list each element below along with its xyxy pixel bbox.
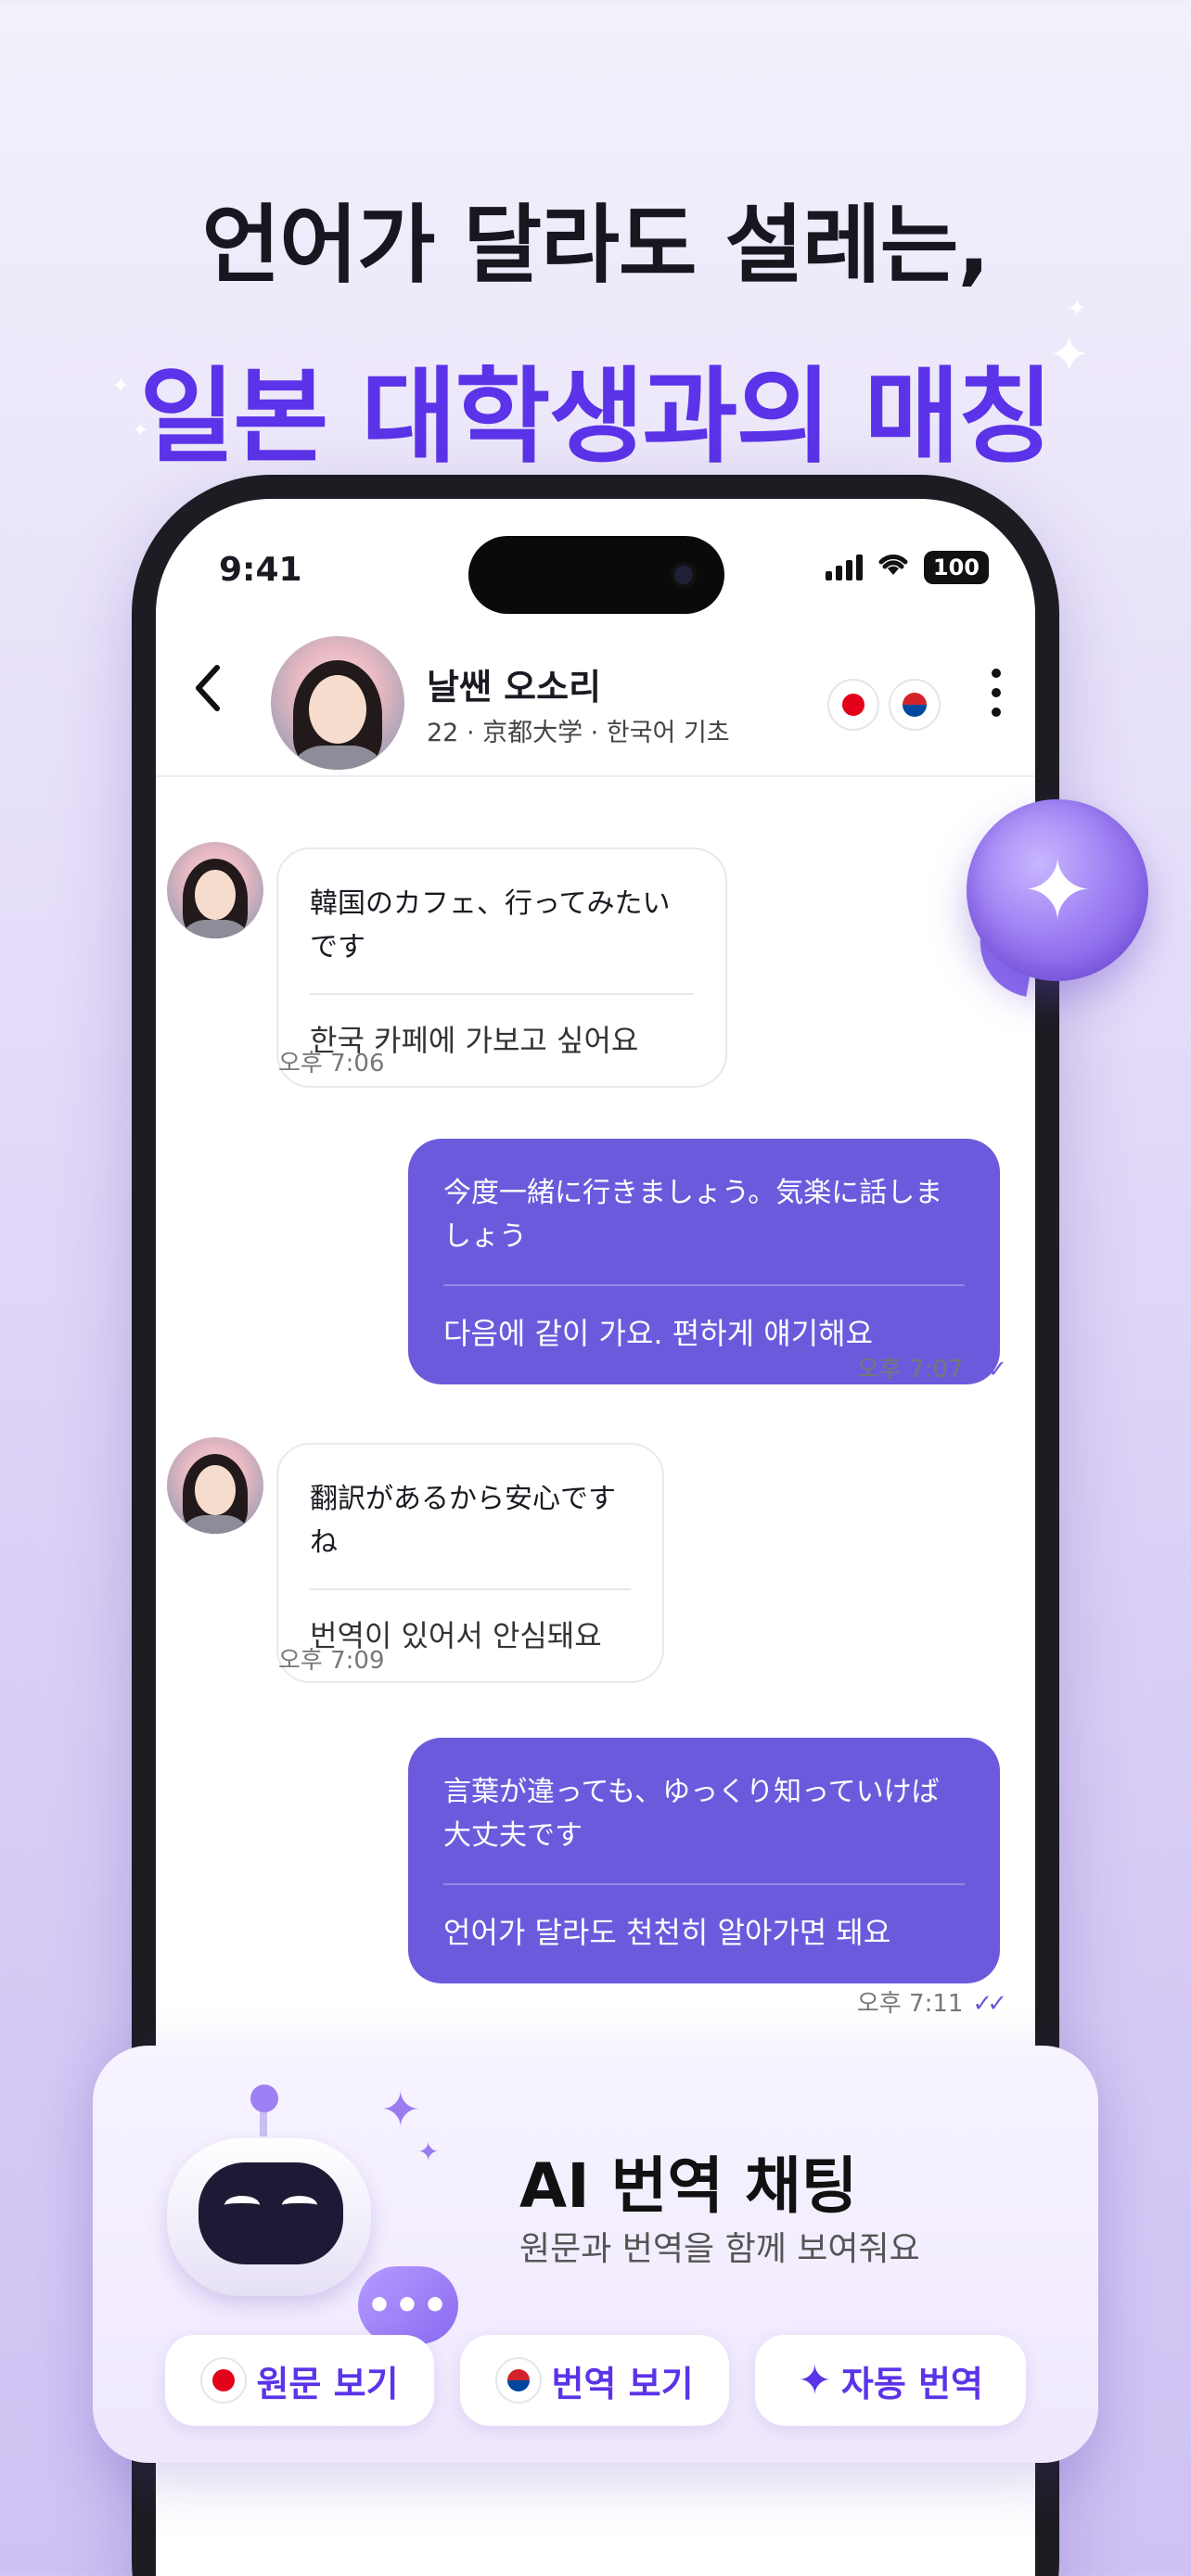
read-check-icon: ✓✓ bbox=[972, 1356, 1006, 1384]
message-time-row: 오후 7:11 ✓✓ bbox=[856, 1984, 1007, 2019]
message-time: 오후 7:07 bbox=[856, 1356, 964, 1384]
chevron-left-icon[interactable] bbox=[189, 660, 226, 730]
headline: 언어가 달라도 설레는, 일본 대학생과의 매칭 bbox=[0, 176, 1191, 483]
avatar[interactable] bbox=[271, 636, 404, 770]
japan-flag-icon bbox=[827, 679, 879, 731]
message-time: 오후 7:06 bbox=[278, 1050, 385, 1078]
sparkle-icon: ✦ bbox=[380, 2083, 421, 2138]
message-original: 言葉が違っても、ゆっくり知っていけば大丈夫です bbox=[443, 1776, 940, 1852]
message-bubble-outgoing[interactable]: 今度一緒に行きましょう。気楽に話しましょう 다음에 같이 가요. 편하게 얘기해… bbox=[408, 1139, 1000, 1384]
button-label: 번역 보기 bbox=[551, 2363, 694, 2404]
ai-sparkle-button[interactable]: ✦ bbox=[967, 799, 1148, 981]
korea-flag-icon bbox=[495, 2357, 543, 2404]
korea-flag-icon bbox=[889, 679, 941, 731]
divider bbox=[310, 1588, 631, 1590]
divider bbox=[443, 1883, 965, 1885]
divider bbox=[310, 993, 694, 995]
contact-name: 날쌘 오소리 bbox=[427, 667, 602, 708]
contact-subtitle: 22 · 京都大学 · 한국어 기초 bbox=[427, 719, 730, 747]
view-original-button[interactable]: 원문 보기 bbox=[165, 2335, 434, 2426]
sparkle-icon: ✦ bbox=[417, 2136, 440, 2167]
button-label: 원문 보기 bbox=[256, 2363, 399, 2404]
message-time: 오후 7:11 bbox=[856, 1990, 964, 2018]
status-time: 9:41 bbox=[219, 551, 302, 589]
dynamic-island bbox=[468, 536, 724, 614]
sparkle-icon: ✦ bbox=[1021, 840, 1094, 940]
wifi-icon bbox=[876, 551, 911, 584]
headline-line-1: 언어가 달라도 설레는, bbox=[201, 196, 991, 295]
message-translation: 다음에 같이 가요. 편하게 얘기해요 bbox=[443, 1316, 874, 1351]
japan-flag-icon bbox=[200, 2357, 248, 2404]
message-time: 오후 7:09 bbox=[278, 1647, 385, 1675]
message-original: 今度一緒に行きましょう。気楽に話しましょう bbox=[443, 1177, 943, 1253]
status-icons: 100 bbox=[825, 551, 989, 584]
auto-translate-button[interactable]: ✦ 자동 번역 bbox=[755, 2335, 1026, 2426]
message-original: 翻訳があるから安心ですね bbox=[310, 1483, 616, 1559]
avatar[interactable] bbox=[167, 842, 263, 938]
message-bubble-outgoing[interactable]: 言葉が違っても、ゆっくり知っていけば大丈夫です 언어가 달라도 천천히 알아가면… bbox=[408, 1738, 1000, 1983]
status-bar: 9:41 100 bbox=[156, 499, 1035, 619]
chat-bubble-icon: ••• bbox=[358, 2266, 458, 2344]
card-title: AI 번역 채팅 bbox=[519, 2150, 858, 2222]
message-translation: 언어가 달라도 천천히 알아가면 돼요 bbox=[443, 1915, 891, 1950]
divider bbox=[443, 1284, 965, 1286]
camera-icon bbox=[671, 562, 697, 588]
read-check-icon: ✓✓ bbox=[972, 1990, 1006, 2018]
sparkle-icon: ✦ bbox=[798, 2356, 832, 2404]
card-description: 원문과 번역을 함께 보여줘요 bbox=[519, 2230, 920, 2268]
ai-translation-card: ••• ✦ ✦ AI 번역 채팅 원문과 번역을 함께 보여줘요 원문 보기 번… bbox=[93, 2046, 1098, 2463]
battery-icon: 100 bbox=[923, 551, 989, 584]
chat-header: 날쌘 오소리 22 · 京都大学 · 한국어 기초 bbox=[156, 619, 1035, 777]
view-translation-button[interactable]: 번역 보기 bbox=[460, 2335, 729, 2426]
message-original: 韓国のカフェ、行ってみたいです bbox=[310, 887, 671, 963]
signal-icon bbox=[825, 555, 863, 580]
avatar[interactable] bbox=[167, 1437, 263, 1534]
robot-icon: ••• bbox=[158, 2085, 458, 2344]
button-label: 자동 번역 bbox=[840, 2363, 983, 2404]
more-vertical-icon[interactable] bbox=[991, 668, 1002, 718]
headline-line-2: 일본 대학생과의 매칭 bbox=[139, 357, 1053, 478]
message-time-row: 오후 7:07 ✓✓ bbox=[856, 1350, 1007, 1384]
